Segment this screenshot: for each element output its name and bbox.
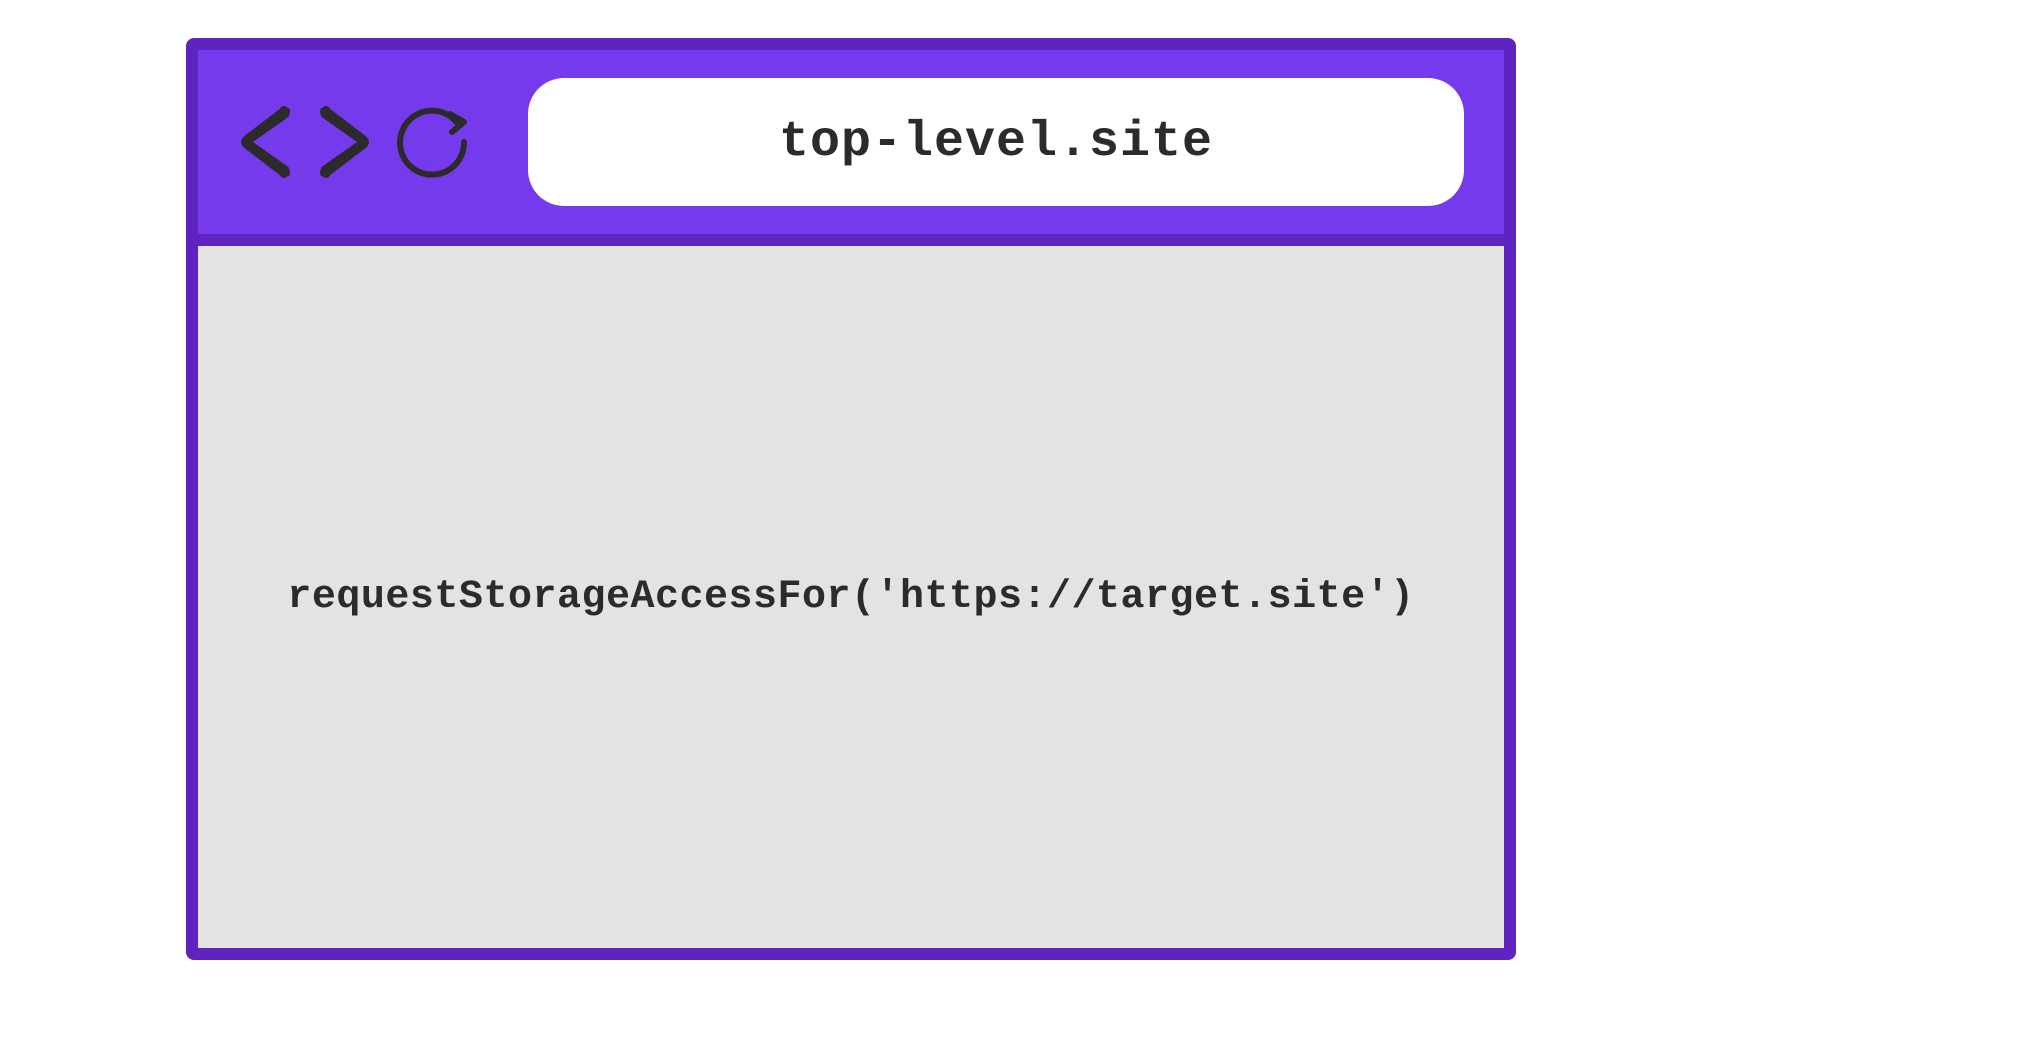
nav-icons [238, 100, 474, 184]
browser-toolbar: top-level.site [198, 50, 1504, 246]
address-text: top-level.site [779, 114, 1213, 171]
back-icon[interactable] [238, 103, 296, 181]
browser-window: top-level.site requestStorageAccessFor('… [186, 38, 1516, 960]
reload-icon[interactable] [390, 100, 474, 184]
forward-icon[interactable] [314, 103, 372, 181]
code-line: requestStorageAccessFor('https://target.… [287, 575, 1414, 620]
browser-viewport: requestStorageAccessFor('https://target.… [198, 246, 1504, 948]
address-bar[interactable]: top-level.site [528, 78, 1464, 206]
